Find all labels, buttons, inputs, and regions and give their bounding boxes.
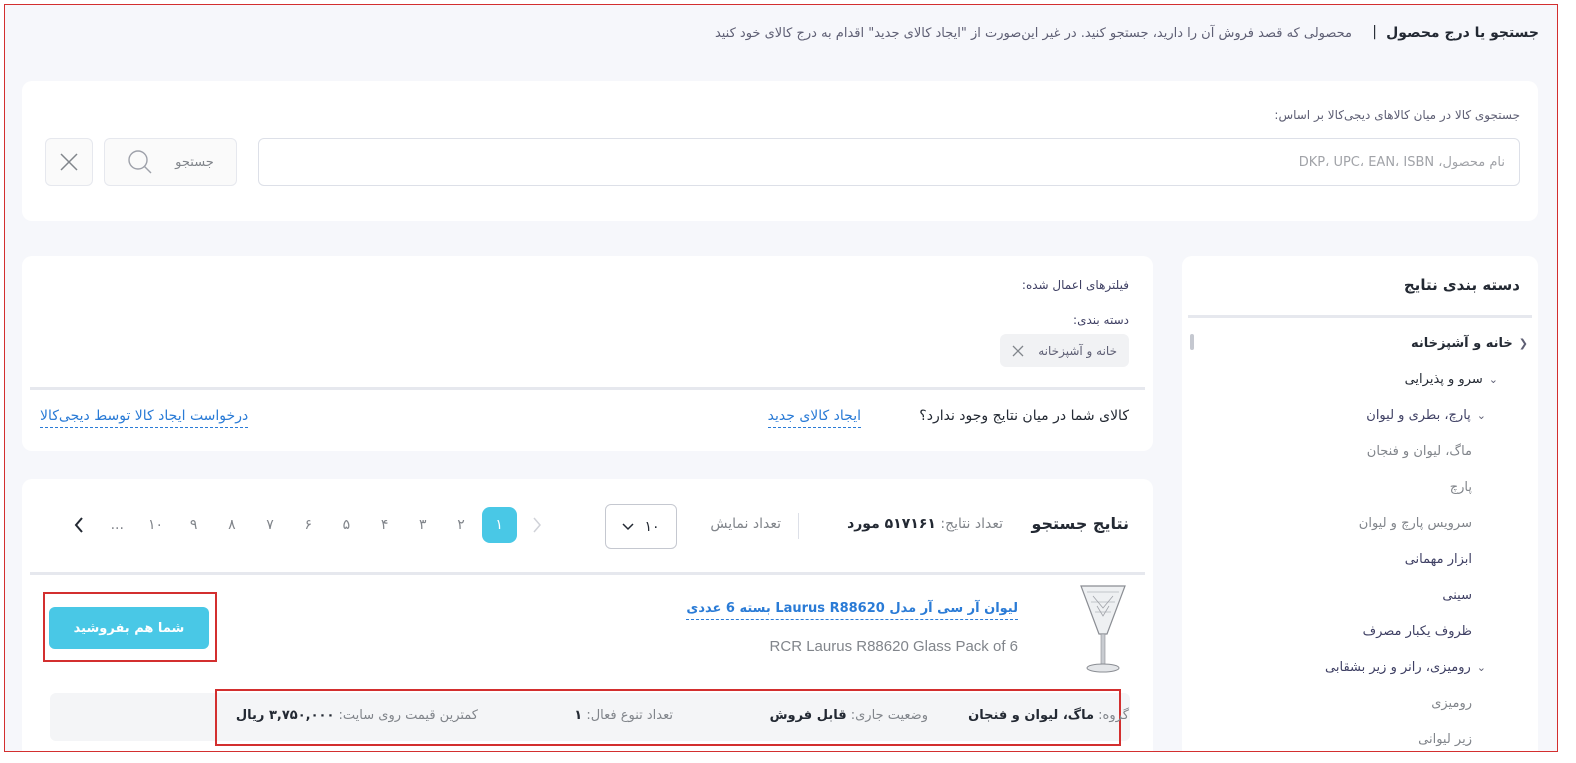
variants-label: تعداد تنوع فعال:: [586, 708, 673, 723]
sidebar-item-label: سرو و پذیرایی: [1404, 372, 1483, 387]
sidebar-item-label: ظروف یکبار مصرف: [1362, 624, 1472, 639]
close-icon[interactable]: [1012, 345, 1024, 357]
category-sidebar: دسته بندی نتایج ❮ خانه و آشپزخانه ⌄ سرو …: [1182, 256, 1538, 751]
request-creation-link[interactable]: درخواست ایجاد کالا توسط دیجی‌کالا: [40, 408, 249, 428]
search-card: جستجوی کالا در میان کالاهای دیجی‌کالا بر…: [22, 81, 1538, 221]
search-input[interactable]: [258, 138, 1520, 186]
page-description: محصولی که قصد فروش آن را دارید، جستجو کن…: [714, 26, 1352, 41]
applied-filters-title: فیلترهای اعمال شده:: [1021, 278, 1129, 292]
page-9[interactable]: ۹: [176, 507, 211, 543]
sidebar-item-pitcher[interactable]: پارچ: [1450, 480, 1472, 495]
sidebar-item-coasters[interactable]: زیر لیوانی: [1418, 732, 1472, 747]
sidebar-item-label: سینی: [1442, 588, 1472, 603]
variants-value: ۱: [574, 708, 583, 723]
divider: [798, 513, 799, 539]
page-5[interactable]: ۵: [329, 507, 364, 543]
create-product-link[interactable]: ایجاد کالای جدید: [767, 408, 861, 428]
group-label: گروه:: [1098, 708, 1129, 723]
results-divider: [30, 572, 1145, 575]
chevron-down-icon: ⌄: [1476, 661, 1486, 674]
product-image: [1080, 585, 1126, 673]
sidebar-item-home-kitchen[interactable]: ❮ خانه و آشپزخانه: [1411, 336, 1528, 351]
chevron-left-icon: ❮: [1518, 337, 1528, 350]
filters-card: فیلترهای اعمال شده: دسته بندی: خانه و آش…: [22, 256, 1153, 451]
page-2[interactable]: ۲: [443, 507, 478, 543]
search-icon: [128, 150, 152, 174]
title-separator: |: [1372, 24, 1377, 40]
clear-search-button[interactable]: [45, 138, 93, 186]
product-variants: تعداد تنوع فعال: ۱: [574, 708, 673, 723]
close-icon: [60, 153, 78, 171]
sidebar-item-label: رومیزی، رانر و زیر بشقابی: [1325, 660, 1471, 675]
sidebar-divider: [1188, 315, 1532, 318]
chevron-right-icon: [533, 517, 542, 533]
product-min-price: کمترین قیمت روی سایت: ۳,۷۵۰,۰۰۰ ریال: [236, 708, 478, 723]
min-price-label: کمترین قیمت روی سایت:: [338, 708, 478, 723]
product-group: گروه: ماگ، لیوان و فنجان: [968, 708, 1129, 723]
group-value: ماگ، لیوان و فنجان: [968, 708, 1095, 723]
sidebar-item-party-tools[interactable]: ابزار مهمانی: [1405, 552, 1472, 567]
next-page-button[interactable]: [62, 507, 97, 543]
search-button[interactable]: جستجو: [104, 138, 237, 186]
sidebar-item-label: رومیزی: [1431, 696, 1472, 711]
sidebar-item-mugs[interactable]: ماگ، لیوان و فنجان: [1367, 444, 1472, 459]
category-filter-title: دسته بندی:: [1073, 313, 1129, 327]
sidebar-item-label: زیر لیوانی: [1418, 732, 1472, 747]
page-7[interactable]: ۷: [253, 507, 288, 543]
prev-page-button[interactable]: [520, 507, 555, 543]
results-card: نتایج جستجو تعداد نتایج: ۵۱۷۱۶۱ مورد تعد…: [22, 479, 1153, 751]
filters-divider: [30, 387, 1145, 390]
sidebar-item-disposable[interactable]: ظروف یکبار مصرف: [1363, 624, 1472, 639]
sidebar-item-tablecloth[interactable]: ⌄ رومیزی، رانر و زیر بشقابی: [1325, 660, 1486, 675]
product-subtitle: RCR Laurus R88620 Glass Pack of 6: [769, 638, 1018, 655]
sidebar-item-label: ماگ، لیوان و فنجان: [1366, 444, 1472, 459]
page-1-current[interactable]: ۱: [481, 507, 517, 543]
chevron-left-icon: [74, 517, 83, 533]
page-frame: جستجو یا درج محصول | محصولی که قصد فروش …: [4, 4, 1558, 752]
status-value: قابل فروش: [769, 708, 847, 723]
results-count-label: تعداد نتایج:: [940, 516, 1003, 532]
page-4[interactable]: ۴: [367, 507, 402, 543]
page-8[interactable]: ۸: [214, 507, 249, 543]
page-10[interactable]: ۱۰: [138, 507, 173, 543]
sidebar-item-label: خانه و آشپزخانه: [1410, 336, 1513, 351]
sidebar-item-table-cover[interactable]: رومیزی: [1431, 696, 1472, 711]
pagination-ellipsis: ...: [110, 517, 124, 533]
filter-chip-label: خانه و آشپزخانه: [1038, 343, 1117, 358]
product-status: وضعیت جاری: قابل فروش: [770, 708, 928, 723]
sidebar-scrollbar[interactable]: [1190, 334, 1194, 350]
per-page-label: تعداد نمایش: [710, 516, 781, 532]
sidebar-item-label: سرویس پارچ و لیوان: [1358, 516, 1472, 531]
sidebar-item-label: پارچ: [1449, 480, 1472, 495]
sidebar-item-serving[interactable]: ⌄ سرو و پذیرایی: [1405, 372, 1498, 387]
category-filter-chip[interactable]: خانه و آشپزخانه: [1000, 334, 1129, 367]
chevron-down-icon: [622, 522, 635, 530]
search-button-label: جستجو: [175, 154, 214, 170]
sidebar-item-pitchers-glasses[interactable]: ⌄ پارچ، بطری و لیوان: [1366, 408, 1486, 423]
sidebar-item-label: ابزار مهمانی: [1404, 552, 1472, 567]
chevron-down-icon: ⌄: [1488, 373, 1498, 386]
page-6[interactable]: ۶: [291, 507, 326, 543]
page-title: جستجو یا درج محصول: [1386, 25, 1539, 41]
search-label: جستجوی کالا در میان کالاهای دیجی‌کالا بر…: [1274, 108, 1520, 122]
min-price-value: ۳,۷۵۰,۰۰۰ ریال: [235, 708, 335, 723]
missing-product-question: کالای شما در میان نتایج وجود ندارد؟: [919, 408, 1129, 424]
results-count: تعداد نتایج: ۵۱۷۱۶۱ مورد: [847, 516, 1003, 532]
chevron-down-icon: ⌄: [1476, 409, 1486, 422]
sidebar-item-pitcher-set[interactable]: سرویس پارچ و لیوان: [1359, 516, 1472, 531]
results-title: نتایج جستجو: [1031, 514, 1129, 533]
sidebar-item-trays[interactable]: سینی: [1442, 588, 1472, 603]
page-3[interactable]: ۳: [405, 507, 440, 543]
results-count-value: ۵۱۷۱۶۱ مورد: [847, 516, 936, 532]
pagination: ... ۱۰ ۹ ۸ ۷ ۶ ۵ ۴ ۳ ۲ ۱: [60, 507, 556, 543]
per-page-select[interactable]: ۱۰: [605, 504, 677, 549]
product-title-link[interactable]: لیوان آر سی آر مدل Laurus R88620 بسته 6 …: [686, 601, 1018, 620]
status-label: وضعیت جاری:: [850, 708, 928, 723]
sell-too-button[interactable]: شما هم بفروشید: [49, 607, 209, 649]
per-page-value: ۱۰: [644, 518, 660, 535]
sidebar-title: دسته بندی نتایج: [1403, 276, 1520, 294]
sidebar-item-label: پارچ، بطری و لیوان: [1366, 408, 1471, 423]
